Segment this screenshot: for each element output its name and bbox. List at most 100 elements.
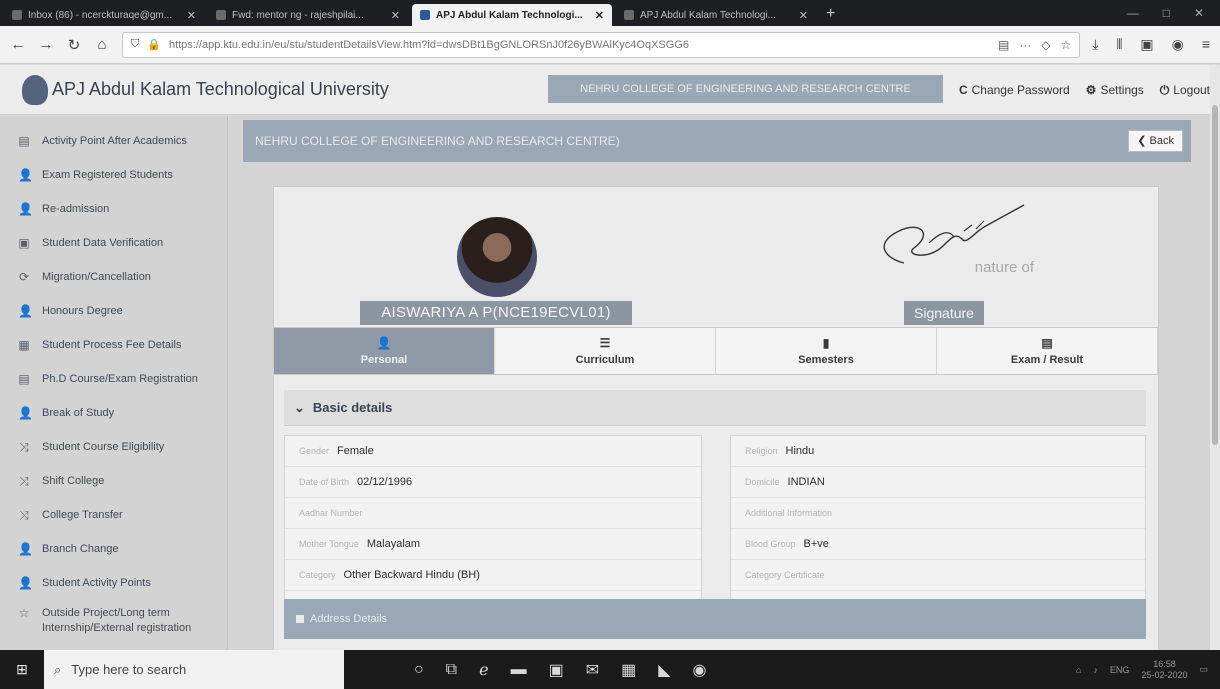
maximize-icon[interactable]: □	[1163, 6, 1170, 20]
file-explorer-icon[interactable]: ▬	[511, 661, 527, 679]
browser-tab[interactable]: Fwd: mentor ng - rajeshpilai... ✕	[208, 4, 408, 26]
page-scrollbar[interactable]	[1210, 65, 1220, 650]
library-icon[interactable]: ⫴	[1116, 36, 1122, 53]
sidebar-item-label: Honours Degree	[42, 305, 123, 317]
back-button[interactable]: ❮ Back	[1128, 130, 1183, 152]
store-icon[interactable]: ▣	[549, 660, 564, 680]
basic-details-header[interactable]: ⌄ Basic details	[284, 390, 1146, 426]
language-indicator[interactable]: ENG	[1110, 665, 1130, 675]
sidebar-item-label: College Transfer	[42, 509, 123, 521]
scrollbar-thumb[interactable]	[1212, 105, 1218, 445]
shuffle-icon: ⤨	[19, 439, 29, 454]
new-tab-button[interactable]: +	[826, 5, 835, 23]
field-label: Aadhar Number	[299, 508, 363, 518]
forward-arrow-icon[interactable]: →	[38, 36, 54, 53]
home-icon[interactable]: ⌂	[94, 36, 110, 53]
minimize-icon[interactable]: —	[1127, 6, 1139, 20]
sidebar-item-re-admission[interactable]: 👤 Re-admission	[0, 192, 227, 226]
page-title-bar: NEHRU COLLEGE OF ENGINEERING AND RESEARC…	[243, 120, 1191, 162]
system-tray: ⌂ ♪ ENG 16:58 25-02-2020 ▭	[1076, 659, 1220, 681]
sidebar-icon[interactable]: ▣	[1140, 36, 1153, 53]
sidebar-item-break-of-study[interactable]: 👤 Break of Study	[0, 396, 227, 430]
cortana-icon[interactable]: ○	[414, 661, 424, 679]
sidebar-item-exam-registered-students[interactable]: 👤 Exam Registered Students	[0, 158, 227, 192]
mail-icon	[216, 10, 226, 20]
signature-badge: Signature	[904, 301, 984, 325]
user-icon: 👤	[18, 168, 33, 182]
windows-taskbar: ⊞ ⌕ Type here to search ○ ⧉ ℯ ▬ ▣ ✉ ▦ ◣ …	[0, 650, 1220, 689]
close-icon[interactable]: ✕	[187, 9, 196, 22]
browser-tab-active[interactable]: APJ Abdul Kalam Technologi... ✕	[412, 4, 612, 26]
signature-image: nature of	[844, 203, 1034, 285]
url-bar[interactable]: ⛉ 🔒 https://app.ktu.edu.in/eu/stu/studen…	[122, 31, 1081, 58]
sidebar-item-label: Shift College	[42, 475, 105, 487]
sidebar-item-branch-change[interactable]: 👤 Branch Change	[0, 532, 227, 566]
calculator-icon[interactable]: ▦	[621, 660, 636, 680]
shuffle-icon: ⤨	[19, 507, 29, 522]
sidebar-item-shift-college[interactable]: ⤨ Shift College	[0, 464, 227, 498]
account-icon[interactable]: ◉	[1172, 36, 1184, 53]
close-window-icon[interactable]: ✕	[1194, 6, 1204, 20]
menu-icon[interactable]: ≡	[1202, 36, 1210, 53]
browser-tab[interactable]: Inbox (86) - ncerckturaqe@gm... ✕	[4, 4, 204, 26]
address-details-header[interactable]: Address Details	[284, 599, 1146, 639]
close-icon[interactable]: ✕	[391, 9, 400, 22]
sidebar-item-phd-course-exam-registration[interactable]: ▤ Ph.D Course/Exam Registration	[0, 362, 227, 396]
network-icon[interactable]: ⌂	[1076, 665, 1081, 675]
sidebar-item-student-course-eligibility[interactable]: ⤨ Student Course Eligibility	[0, 430, 227, 464]
firefox-icon[interactable]: ◉	[693, 660, 707, 680]
close-icon[interactable]: ✕	[595, 9, 604, 22]
receipt-icon: ▦	[18, 338, 30, 352]
navigation-bar: ← → ↻ ⌂ ⛉ 🔒 https://app.ktu.edu.in/eu/st…	[0, 26, 1220, 64]
sidebar-item-label: Student Course Eligibility	[42, 441, 165, 453]
browser-tab[interactable]: APJ Abdul Kalam Technologi... ✕	[616, 4, 816, 26]
download-icon[interactable]: ⤓	[1092, 36, 1098, 53]
sidebar-item-student-data-verification[interactable]: ▣ Student Data Verification	[0, 226, 227, 260]
mail-icon[interactable]: ✉	[586, 660, 599, 680]
change-password-link[interactable]: C Change Password	[959, 83, 1070, 97]
field-label: Category	[299, 570, 336, 580]
gmail-icon	[12, 10, 22, 20]
user-icon: 👤	[18, 576, 33, 590]
clock[interactable]: 16:58 25-02-2020	[1141, 659, 1187, 681]
window-controls: — □ ✕	[1127, 6, 1220, 26]
star-icon: ☆	[18, 606, 30, 620]
sidebar-item-college-transfer[interactable]: ⤨ College Transfer	[0, 498, 227, 532]
back-arrow-icon[interactable]: ←	[10, 36, 26, 53]
sidebar-item-honours-degree[interactable]: 👤 Honours Degree	[0, 294, 227, 328]
volume-icon[interactable]: ♪	[1093, 665, 1098, 675]
tab-curriculum[interactable]: ☰ Curriculum	[495, 328, 716, 374]
sidebar-item-activity-point-after-academics[interactable]: ▤ Activity Point After Academics	[0, 124, 227, 158]
user-icon: 👤	[18, 202, 33, 216]
tab-label: APJ Abdul Kalam Technologi...	[640, 9, 777, 21]
notifications-icon[interactable]: ▭	[1199, 664, 1208, 675]
windows-start-icon[interactable]: ⊞	[0, 650, 44, 689]
tab-exam-result[interactable]: ▤ Exam / Result	[937, 328, 1158, 374]
pocket-icon[interactable]: ◇	[1041, 38, 1050, 52]
signature-faint-text: nature of	[974, 259, 1034, 276]
tab-semesters[interactable]: ▮ Semesters	[716, 328, 937, 374]
app-icon[interactable]: ◣	[658, 660, 670, 680]
url-text[interactable]: https://app.ktu.edu.in/eu/stu/studentDet…	[169, 39, 990, 51]
page-actions-icon[interactable]: ···	[1019, 38, 1031, 52]
sidebar-item-migration-cancellation[interactable]: ⟳ Migration/Cancellation	[0, 260, 227, 294]
bookmark-star-icon[interactable]: ☆	[1061, 38, 1072, 52]
logout-link[interactable]: ⏻ Logout	[1160, 83, 1210, 98]
change-password-label: Change Password	[971, 83, 1070, 97]
field-mother-tongue: Mother Tongue Malayalam	[285, 529, 701, 560]
field-value: Malayalam	[366, 538, 421, 550]
close-icon[interactable]: ✕	[799, 9, 808, 22]
sidebar-item-outside-project[interactable]: ☆ Outside Project/Long term Internship/Ex…	[0, 600, 227, 644]
reader-view-icon[interactable]: ▤	[998, 38, 1009, 52]
tab-personal[interactable]: 👤 Personal	[274, 328, 495, 374]
tab-label: Exam / Result	[1010, 354, 1084, 366]
sidebar-item-student-activity-points[interactable]: 👤 Student Activity Points	[0, 566, 227, 600]
sidebar-top-spacer	[0, 116, 227, 124]
sidebar-item-student-process-fee-details[interactable]: ▦ Student Process Fee Details	[0, 328, 227, 362]
task-view-icon[interactable]: ⧉	[446, 661, 457, 679]
taskbar-search-box[interactable]: ⌕ Type here to search	[44, 650, 344, 689]
settings-link[interactable]: ⚙ Settings	[1086, 83, 1144, 97]
reload-icon[interactable]: ↻	[66, 36, 82, 54]
edge-icon[interactable]: ℯ	[479, 660, 488, 680]
field-category: Category Other Backward Hindu (BH)	[285, 560, 701, 591]
